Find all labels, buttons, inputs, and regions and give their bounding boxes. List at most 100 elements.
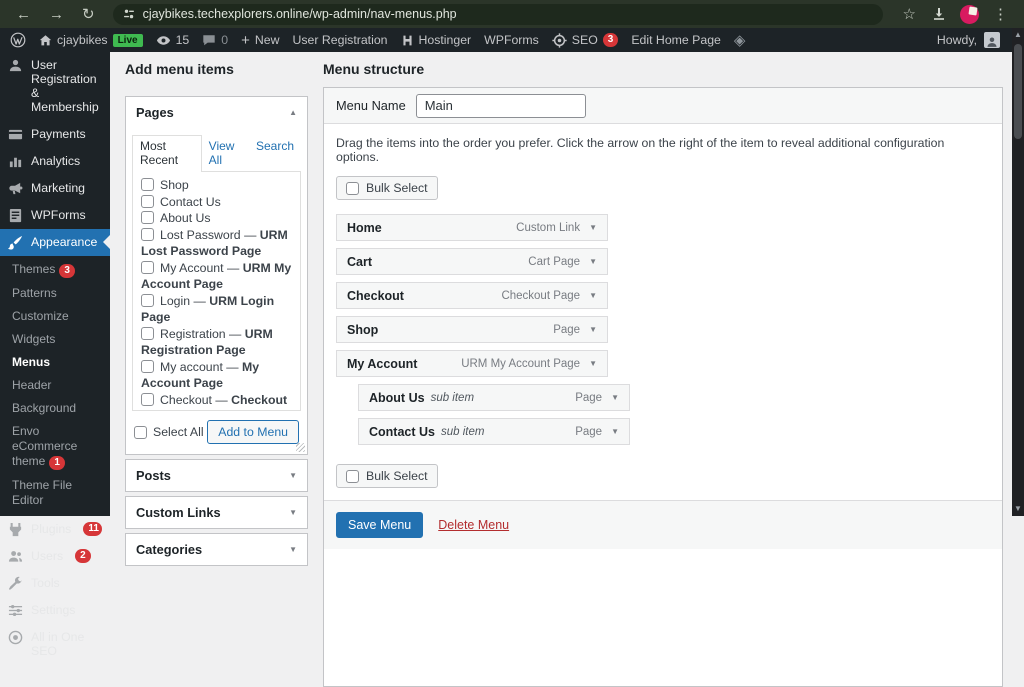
page-checkbox-item[interactable]: Checkout — Checkout Page (141, 392, 292, 412)
bulk-select-bottom[interactable]: Bulk Select (336, 464, 438, 488)
checkbox[interactable] (141, 261, 154, 274)
accordion-header[interactable]: Posts ▼ (126, 460, 307, 491)
page-checkbox-item[interactable]: Login — URM Login Page (141, 293, 292, 326)
checkbox[interactable] (141, 211, 154, 224)
checkbox[interactable] (346, 470, 359, 483)
expand-item-chevron-icon[interactable]: ▼ (589, 223, 597, 232)
select-all-checkbox[interactable]: Select All (134, 425, 204, 439)
expand-item-chevron-icon[interactable]: ▼ (589, 257, 597, 266)
scroll-up-icon[interactable]: ▲ (1014, 28, 1022, 42)
checkbox[interactable] (141, 178, 154, 191)
page-scrollbar[interactable]: ▲ ▼ (1012, 28, 1024, 516)
checkbox[interactable] (134, 426, 147, 439)
accordion-header[interactable]: Custom Links ▼ (126, 497, 307, 528)
downloads-icon[interactable] (931, 6, 947, 22)
tab-view-all[interactable]: View All (202, 135, 249, 172)
page-checkbox-item[interactable]: My account — My Account Page (141, 359, 292, 392)
delete-menu-link[interactable]: Delete Menu (438, 518, 509, 532)
add-to-menu-button[interactable]: Add to Menu (207, 420, 299, 444)
menu-structure-body: Drag the items into the order you prefer… (324, 124, 1002, 561)
tab-search[interactable]: Search (249, 135, 301, 172)
page-checkbox-item[interactable]: Shop (141, 177, 292, 194)
expand-item-chevron-icon[interactable]: ▼ (589, 359, 597, 368)
appearance-submenu-item[interactable]: Widgets (0, 328, 110, 351)
browser-menu-icon[interactable]: ⋮ (987, 7, 1014, 22)
site-settings-icon[interactable] (123, 8, 135, 20)
seo-menu[interactable]: SEO 3 (552, 33, 619, 48)
checkbox[interactable] (141, 360, 154, 373)
checkbox[interactable] (141, 327, 154, 340)
appearance-submenu-item[interactable]: Envo eCommerce theme1 (0, 420, 110, 474)
accordion-header[interactable]: Categories ▼ (126, 534, 307, 565)
sidebar-item-settings[interactable]: Settings (0, 597, 110, 624)
drag-instruction-text: Drag the items into the order you prefer… (336, 136, 990, 164)
forward-icon[interactable]: → (43, 7, 70, 22)
scroll-down-icon[interactable]: ▼ (1014, 502, 1022, 516)
menu-item-bar[interactable]: Contact Us sub item Page ▼ (358, 418, 630, 445)
expand-item-chevron-icon[interactable]: ▼ (589, 325, 597, 334)
sidebar-item-appearance[interactable]: Appearance (0, 229, 110, 256)
page-checkbox-item[interactable]: My Account — URM My Account Page (141, 260, 292, 293)
menu-item-bar[interactable]: Home Custom Link ▼ (336, 214, 608, 241)
user-registration-menu[interactable]: User Registration (293, 33, 388, 47)
theme-diamond-icon[interactable]: ◈ (734, 31, 746, 49)
sidebar-item-wpforms[interactable]: WPForms (0, 202, 110, 229)
checkbox[interactable] (141, 393, 154, 406)
page-checkbox-item[interactable]: Registration — URM Registration Page (141, 326, 292, 359)
appearance-submenu-item[interactable]: Theme File Editor (0, 474, 110, 512)
appearance-submenu-item[interactable]: Header (0, 374, 110, 397)
appearance-submenu-item[interactable]: Themes3 (0, 258, 110, 282)
pages-accordion-header[interactable]: Pages ▲ (126, 97, 307, 128)
expand-item-chevron-icon[interactable]: ▼ (611, 393, 619, 402)
menu-name-input[interactable] (416, 94, 586, 118)
menu-item-bar[interactable]: About Us sub item Page ▼ (358, 384, 630, 411)
wordpress-logo-icon[interactable] (10, 32, 26, 48)
sidebar-item-analytics[interactable]: Analytics (0, 148, 110, 175)
appearance-submenu-item[interactable]: Menus (0, 351, 110, 374)
checkbox[interactable] (141, 294, 154, 307)
user-avatar[interactable] (984, 32, 1000, 48)
wpforms-menu[interactable]: WPForms (484, 33, 539, 47)
expand-item-chevron-icon[interactable]: ▼ (589, 291, 597, 300)
page-checkbox-item[interactable]: Contact Us (141, 194, 292, 211)
appearance-submenu-item[interactable]: Patterns (0, 282, 110, 305)
profile-avatar[interactable] (960, 5, 979, 24)
menu-item-bar[interactable]: Cart Cart Page ▼ (336, 248, 608, 275)
sidebar-item-marketing[interactable]: Marketing (0, 175, 110, 202)
menu-item-bar[interactable]: Shop Page ▼ (336, 316, 608, 343)
scrollbar-thumb[interactable] (1014, 44, 1022, 139)
sidebar-item-users[interactable]: Users 2 (0, 543, 110, 570)
menu-item-bar[interactable]: My Account URM My Account Page ▼ (336, 350, 608, 377)
hostinger-menu[interactable]: Hostinger (401, 33, 472, 47)
appearance-submenu-item[interactable]: Background (0, 397, 110, 420)
plugins-badge: 11 (83, 522, 102, 536)
menu-item-bar[interactable]: Checkout Checkout Page ▼ (336, 282, 608, 309)
views-counter[interactable]: 15 (156, 33, 190, 48)
edit-home-page-link[interactable]: Edit Home Page (631, 33, 721, 47)
reload-icon[interactable]: ↻ (76, 7, 101, 22)
page-checkbox-item[interactable]: About Us (141, 210, 292, 227)
checkbox[interactable] (141, 228, 154, 241)
address-bar[interactable]: cjaybikes.techexplorers.online/wp-admin/… (113, 4, 883, 25)
new-content-button[interactable]: + New (241, 33, 279, 48)
comments-counter[interactable]: 0 (202, 33, 228, 47)
sidebar-item-aioseo[interactable]: All in One SEO (0, 624, 110, 664)
sidebar-item-plugins[interactable]: Plugins 11 (0, 516, 110, 543)
bookmark-star-icon[interactable]: ☆ (897, 7, 922, 22)
menu-items-list: Home Custom Link ▼ Cart Cart Page ▼ (336, 214, 990, 445)
resize-handle[interactable] (296, 443, 305, 452)
menu-structure-footer: Save Menu Delete Menu (324, 500, 1002, 549)
page-checkbox-item[interactable]: Lost Password — URM Lost Password Page (141, 227, 292, 260)
checkbox[interactable] (141, 195, 154, 208)
bulk-select-top[interactable]: Bulk Select (336, 176, 438, 200)
back-icon[interactable]: ← (10, 7, 37, 22)
site-name-link[interactable]: cjaybikes Live (39, 33, 143, 47)
expand-item-chevron-icon[interactable]: ▼ (611, 427, 619, 436)
sidebar-item-user-registration[interactable]: User Registration & Membership (0, 52, 110, 121)
sidebar-item-payments[interactable]: Payments (0, 121, 110, 148)
appearance-submenu-item[interactable]: Customize (0, 305, 110, 328)
sidebar-item-tools[interactable]: Tools (0, 570, 110, 597)
checkbox[interactable] (346, 182, 359, 195)
tab-most-recent[interactable]: Most Recent (132, 135, 202, 172)
comment-icon (202, 33, 216, 47)
